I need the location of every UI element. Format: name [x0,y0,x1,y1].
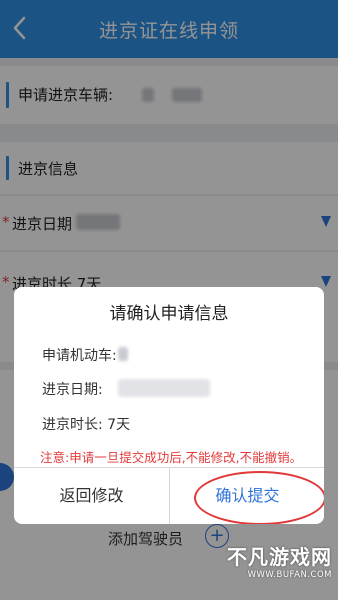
dialog-date-label: 进京日期: [42,382,103,398]
redacted-vehicle [118,347,128,361]
confirm-dialog: 请确认申请信息 申请机动车: 进京日期: 进京时长: 7天 注意:申请一旦提交成… [14,287,324,524]
back-to-edit-button[interactable]: 返回修改 [14,468,169,524]
highlight-circle [194,471,324,524]
watermark: 不凡游戏网 WWW.BUFAN.COM [214,541,332,580]
redacted-date [118,379,210,397]
watermark-main: 不凡游戏网 [227,545,332,569]
dialog-title: 请确认申请信息 [109,304,229,324]
dialog-vehicle-label: 申请机动车: [42,348,117,364]
dialog-notice: 注意:申请一旦提交成功后,不能修改,不能撤销。 [40,450,303,465]
dialog-duration-label: 进京时长: 7天 [42,417,131,433]
watermark-sub: WWW.BUFAN.COM [247,570,332,580]
